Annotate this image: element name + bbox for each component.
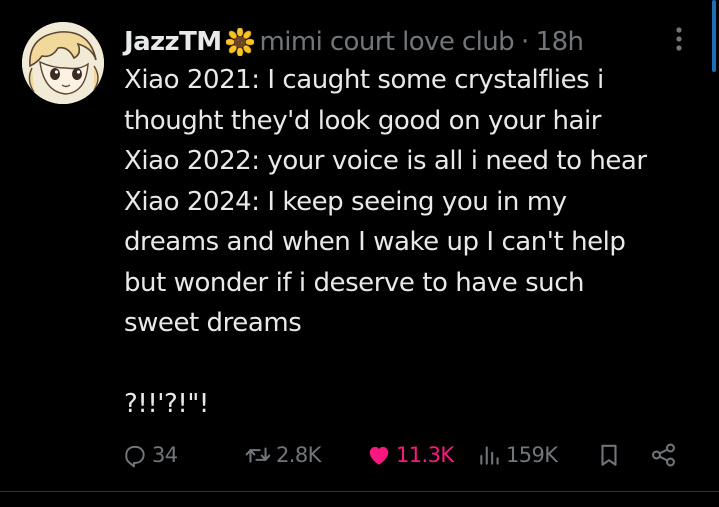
scrollbar[interactable] <box>712 0 716 72</box>
tweet-text-line: Xiao 2021: I caught some crystalflies i <box>124 65 604 95</box>
more-dots-icon <box>675 26 683 56</box>
tweet-text: Xiao 2021: I caught some crystalflies i … <box>124 60 704 425</box>
avatar[interactable] <box>22 22 104 104</box>
repost-button[interactable]: 2.8K <box>244 435 321 475</box>
tweet-card[interactable]: JazzTM mimi court love club · 18h Xiao 2… <box>0 0 719 507</box>
views-button[interactable]: 159K <box>478 435 558 475</box>
heart-icon <box>366 442 392 468</box>
like-count: 11.3K <box>396 443 454 467</box>
tweet-text-line: sweet dreams <box>124 308 302 338</box>
tweet-text-line: thought they'd look good on your hair <box>124 105 601 136</box>
repost-icon <box>244 442 272 468</box>
display-name[interactable]: JazzTM <box>124 27 222 57</box>
bookmark-icon <box>596 442 622 468</box>
tweet-header: JazzTM mimi court love club · 18h <box>124 22 584 62</box>
reply-icon <box>122 442 148 468</box>
reply-button[interactable]: 34 <box>122 435 178 475</box>
tweet-text-line: Xiao 2022: your voice is all i need to h… <box>124 146 647 176</box>
views-count: 159K <box>506 443 558 467</box>
divider <box>0 491 719 492</box>
like-button[interactable]: 11.3K <box>366 435 454 475</box>
handle[interactable]: mimi court love club <box>260 27 515 57</box>
views-icon <box>478 442 502 468</box>
more-options-button[interactable] <box>664 24 694 58</box>
repost-count: 2.8K <box>276 443 321 467</box>
tweet-text-line: ?!!'?!"! <box>124 389 209 419</box>
tweet-text-line: but wonder if i deserve to have such <box>124 267 585 298</box>
separator-dot: · <box>520 27 529 57</box>
bookmark-button[interactable] <box>596 435 626 475</box>
reply-count: 34 <box>152 443 178 467</box>
share-button[interactable] <box>650 435 682 475</box>
tweet-text-line: dreams and when I wake up I can't help <box>124 227 626 257</box>
share-icon <box>650 442 678 468</box>
action-bar: 34 2.8K 11.3K 159K <box>0 435 719 475</box>
timestamp[interactable]: 18h <box>536 27 584 57</box>
sunflower-icon <box>225 28 254 56</box>
tweet-text-line: Xiao 2024: I keep seeing you in my <box>124 186 567 217</box>
